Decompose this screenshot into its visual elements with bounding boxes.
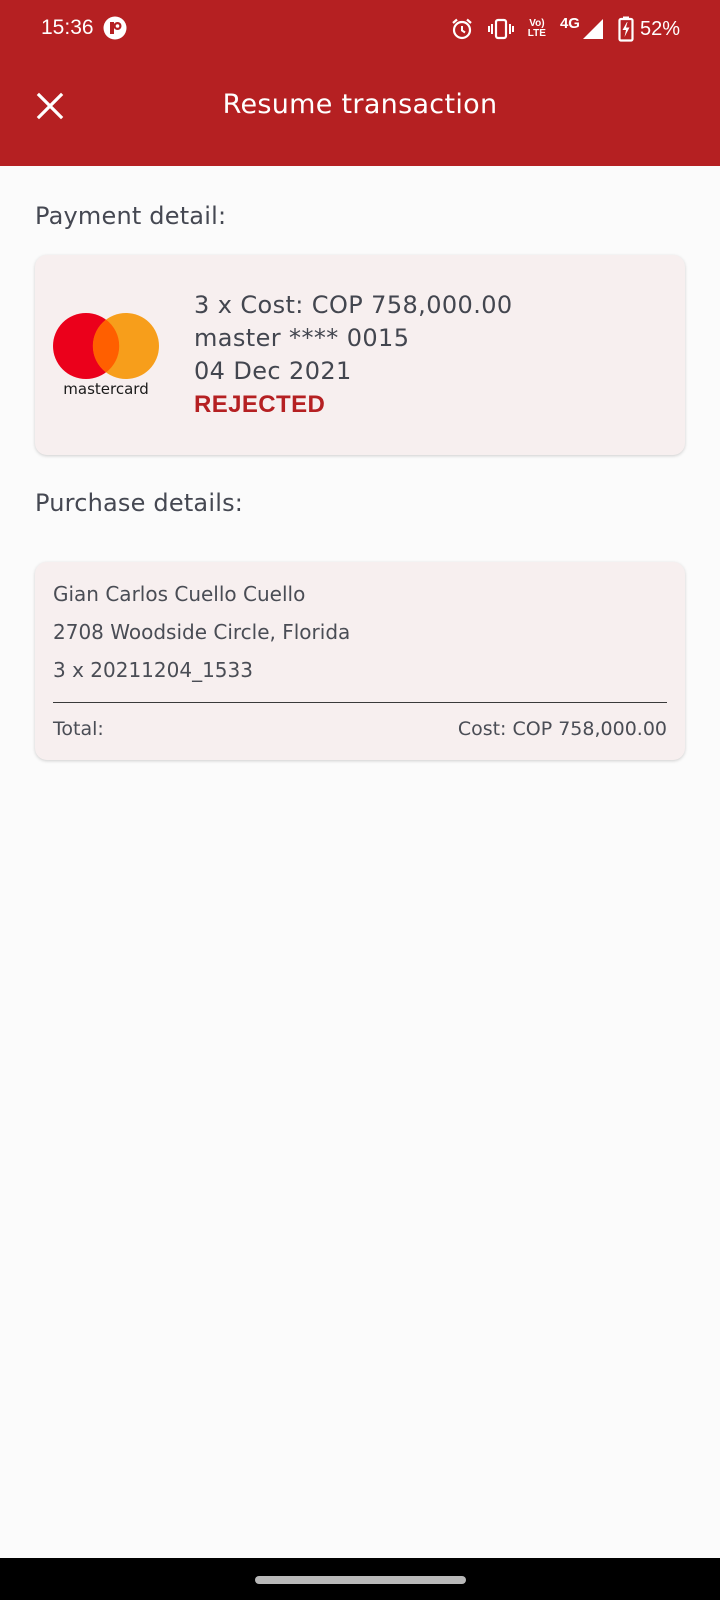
payment-detail-card: mastercard 3 x Cost: COP 758,000.00 mast… [35,255,685,455]
payment-cost: 3 x Cost: COP 758,000.00 [194,291,513,319]
purchase-item: 3 x 20211204_1533 [53,658,253,682]
payment-status-badge: REJECTED [194,391,326,418]
total-label: Total: [53,718,104,740]
app-bar: Resume transaction [0,58,720,166]
total-value: Cost: COP 758,000.00 [457,718,667,740]
battery-level: 52% [639,17,680,40]
customer-address: 2708 Woodside Circle, Florida [53,620,351,644]
svg-text:mastercard: mastercard [63,380,148,398]
divider [53,702,667,703]
vibrate-icon [487,17,514,41]
network-type-label: 4G [559,14,580,32]
alarm-icon [450,17,474,41]
purchase-section-title: Purchase details: [35,489,244,517]
status-time: 15:36 [41,16,94,39]
payment-date: 04 Dec 2021 [194,357,352,385]
navigation-bar [0,1558,720,1600]
signal-icon [582,18,604,40]
payment-section-title: Payment detail: [35,202,227,230]
purchase-detail-card: Gian Carlos Cuello Cuello 2708 Woodside … [35,562,685,760]
payment-info: 3 x Cost: COP 758,000.00 master **** 001… [194,289,513,421]
status-bar: 15:36 Vo) LTE 4G 52% [0,0,720,58]
page-title: Resume transaction [222,89,498,120]
volte-icon: Vo) LTE [527,18,546,39]
customer-name: Gian Carlos Cuello Cuello [53,582,306,606]
home-gesture-handle[interactable] [255,1576,466,1584]
mastercard-logo: mastercard [53,313,159,399]
battery-charging-icon [618,16,634,42]
app-notification-icon [103,16,127,40]
payment-card-number: master **** 0015 [194,324,410,352]
